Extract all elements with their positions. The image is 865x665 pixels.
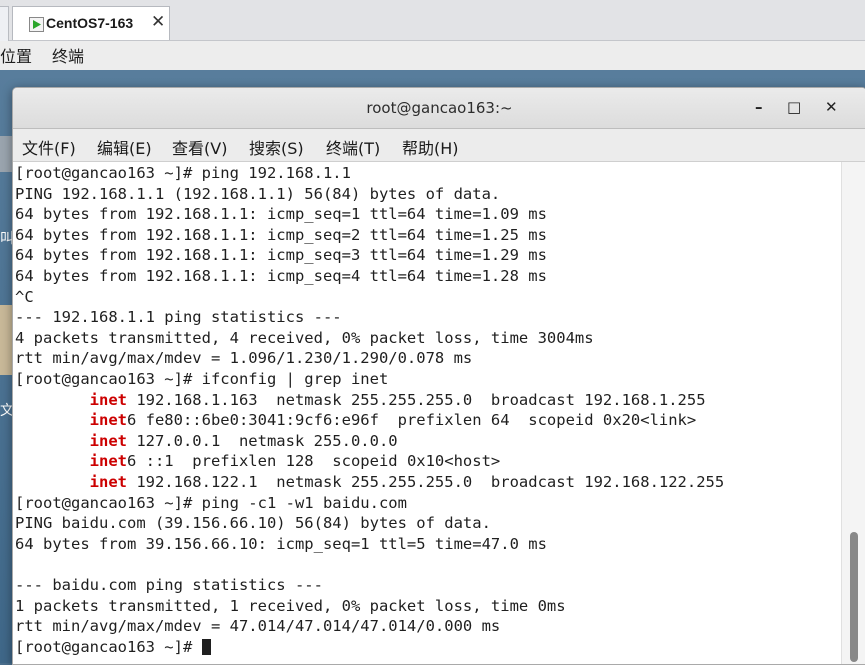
terminal-line: ^C <box>15 287 34 308</box>
desktop-top-bar: 位置 终端 <box>0 41 865 71</box>
terminal-line: [root@gancao163 ~]# <box>15 637 211 658</box>
menu-view[interactable]: 查看(V) <box>172 135 227 159</box>
keyword-highlight: inet <box>89 473 127 491</box>
terminal-line: PING baidu.com (39.156.66.10) 56(84) byt… <box>15 513 491 534</box>
line-text: 4 packets transmitted, 4 received, 0% pa… <box>15 328 594 347</box>
terminal-line: [root@gancao163 ~]# ping 192.168.1.1 <box>15 163 351 184</box>
menu-help[interactable]: 帮助(H) <box>402 135 459 159</box>
maximize-icon[interactable]: □ <box>787 98 801 116</box>
terminal-line: 1 packets transmitted, 1 received, 0% pa… <box>15 596 566 617</box>
line-text: 192.168.1.163 netmask 255.255.255.0 broa… <box>126 390 706 409</box>
keyword-highlight: inet <box>89 452 127 471</box>
menu-search[interactable]: 搜索(S) <box>249 135 304 159</box>
window-title: root@gancao163:~ <box>366 99 513 117</box>
terminal-menu[interactable]: 终端 <box>52 43 84 67</box>
line-text: --- baidu.com ping statistics --- <box>15 576 323 594</box>
line-text: rtt min/avg/max/mdev = 1.096/1.230/1.290… <box>15 349 473 368</box>
terminal-line: --- baidu.com ping statistics --- <box>15 575 323 596</box>
line-text: PING baidu.com (39.156.66.10) 56(84) byt… <box>15 514 491 533</box>
line-text: rtt min/avg/max/mdev = 47.014/47.014/47.… <box>15 617 501 636</box>
terminal-menubar: 文件(F) 编辑(E) 查看(V) 搜索(S) 终端(T) 帮助(H) <box>13 129 865 162</box>
terminal-line: 64 bytes from 192.168.1.1: icmp_seq=2 tt… <box>15 225 547 246</box>
keyword-highlight: inet <box>89 431 127 450</box>
line-text: [root@gancao163 ~]# ping -c1 -w1 baidu.c… <box>15 493 407 512</box>
terminal-line: [root@gancao163 ~]# ping -c1 -w1 baidu.c… <box>15 493 407 514</box>
terminal-line: inet 192.168.1.163 netmask 255.255.255.0… <box>15 390 706 411</box>
menu-file[interactable]: 文件(F) <box>22 135 76 159</box>
line-text: 64 bytes from 39.156.66.10: icmp_seq=1 t… <box>15 534 547 553</box>
terminal-line: 4 packets transmitted, 4 received, 0% pa… <box>15 328 594 349</box>
terminal-line: --- 192.168.1.1 ping statistics --- <box>15 307 342 328</box>
line-text: 64 bytes from 192.168.1.1: icmp_seq=1 tt… <box>15 205 547 224</box>
line-text: 6 ::1 prefixlen 128 scopeid 0x10<host> <box>126 452 501 471</box>
terminal-line: inet6 ::1 prefixlen 128 scopeid 0x10<hos… <box>15 451 501 472</box>
vm-play-icon <box>29 17 44 32</box>
terminal-line: 64 bytes from 192.168.1.1: icmp_seq=1 tt… <box>15 204 547 225</box>
terminal-line: 64 bytes from 39.156.66.10: icmp_seq=1 t… <box>15 534 547 555</box>
terminal-line: inet6 fe80::6be0:3041:9cf6:e96f prefixle… <box>15 410 697 431</box>
terminal-line: rtt min/avg/max/mdev = 1.096/1.230/1.290… <box>15 348 472 369</box>
keyword-highlight: inet <box>89 390 127 409</box>
line-text: [root@gancao163 ~]# ping 192.168.1.1 <box>15 164 351 182</box>
line-text: 64 bytes from 192.168.1.1: icmp_seq=3 tt… <box>15 246 547 265</box>
terminal-line: PING 192.168.1.1 (192.168.1.1) 56(84) by… <box>15 184 500 205</box>
line-text: 127.0.0.1 netmask 255.0.0.0 <box>126 431 398 450</box>
line-text: [root@gancao163 ~]# ifconfig | grep inet <box>15 370 389 388</box>
menu-edit[interactable]: 编辑(E) <box>97 135 152 159</box>
terminal-line: inet 127.0.0.1 netmask 255.0.0.0 <box>15 431 398 452</box>
line-text: 64 bytes from 192.168.1.1: icmp_seq=2 tt… <box>15 225 547 244</box>
text-cursor <box>201 639 211 656</box>
tab-close-icon[interactable]: ✕ <box>151 12 165 32</box>
vm-tab[interactable]: CentOS7-163 ✕ <box>12 6 170 40</box>
terminal-line: [root@gancao163 ~]# ifconfig | grep inet <box>15 369 388 390</box>
terminal-window: root@gancao163:~ – □ ✕ 文件(F) 编辑(E) 查看(V)… <box>12 87 865 665</box>
terminal-line: inet 192.168.122.1 netmask 255.255.255.0… <box>15 472 725 493</box>
vm-tab-label: CentOS7-163 <box>46 15 134 31</box>
terminal-line: rtt min/avg/max/mdev = 47.014/47.014/47.… <box>15 616 500 637</box>
places-menu[interactable]: 位置 <box>0 43 32 67</box>
line-text: --- 192.168.1.1 ping statistics --- <box>15 308 342 327</box>
scrollbar[interactable] <box>841 162 865 664</box>
close-icon[interactable]: ✕ <box>825 98 838 116</box>
line-text: 64 bytes from 192.168.1.1: icmp_seq=4 tt… <box>15 267 547 285</box>
line-text: ^C <box>15 287 34 306</box>
minimize-icon[interactable]: – <box>755 98 763 116</box>
line-text: 6 fe80::6be0:3041:9cf6:e96f prefixlen 64… <box>126 411 697 430</box>
line-text: PING 192.168.1.1 (192.168.1.1) 56(84) by… <box>15 184 501 203</box>
line-text: 192.168.122.1 netmask 255.255.255.0 broa… <box>126 473 725 491</box>
terminal-line: 64 bytes from 192.168.1.1: icmp_seq=3 tt… <box>15 245 547 266</box>
keyword-highlight: inet <box>89 411 127 430</box>
scrollbar-thumb[interactable] <box>850 532 858 662</box>
line-text: 1 packets transmitted, 1 received, 0% pa… <box>15 596 566 615</box>
previous-tab-edge[interactable] <box>0 6 9 41</box>
terminal-line: 64 bytes from 192.168.1.1: icmp_seq=4 tt… <box>15 266 547 287</box>
terminal-output[interactable]: [root@gancao163 ~]# ping 192.168.1.1 PING… <box>13 162 841 664</box>
vm-tab-bar: CentOS7-163 ✕ <box>0 0 865 41</box>
line-text: [root@gancao163 ~]# <box>15 637 202 656</box>
window-titlebar[interactable]: root@gancao163:~ – □ ✕ <box>13 88 865 129</box>
menu-terminal[interactable]: 终端(T) <box>326 135 380 159</box>
